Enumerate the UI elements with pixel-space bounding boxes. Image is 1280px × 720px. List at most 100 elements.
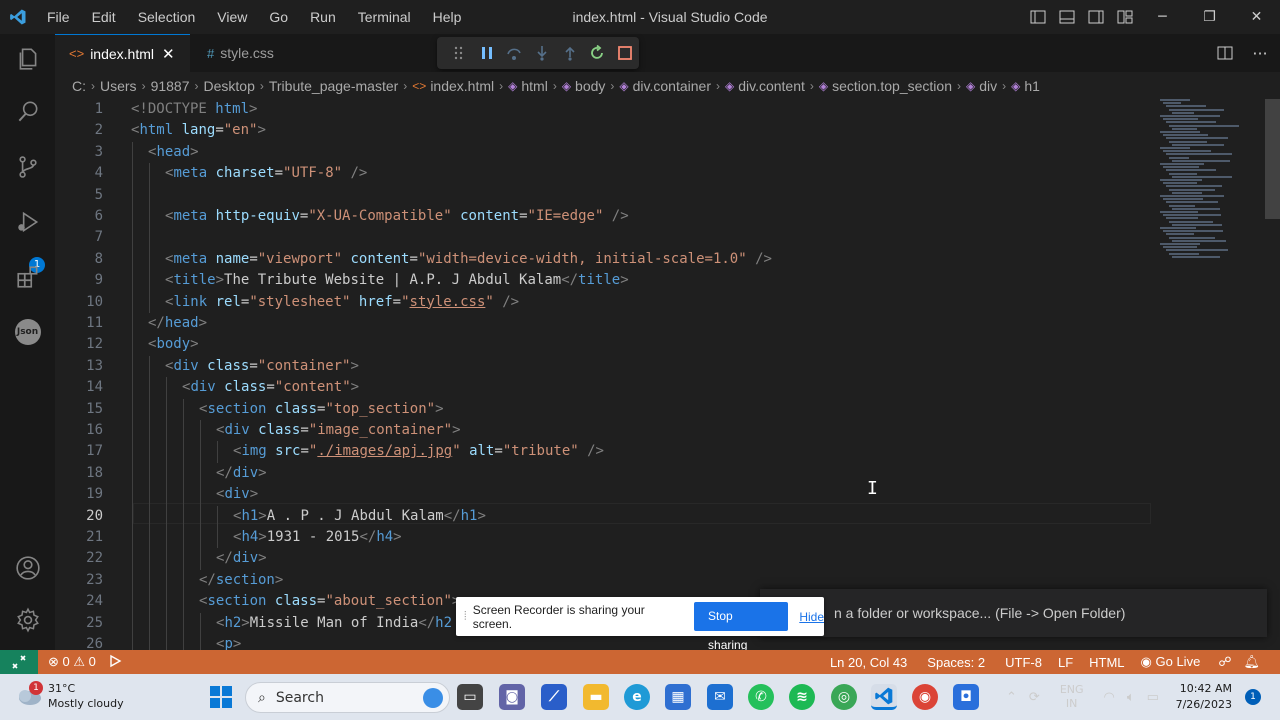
edge-icon[interactable]: e: [624, 684, 650, 710]
code-line[interactable]: 8 <meta name="viewport" content="width=de…: [55, 249, 1155, 270]
breadcrumb-item[interactable]: div: [979, 78, 997, 94]
go-live-button[interactable]: ◉ Go Live: [1135, 654, 1207, 670]
step-out-icon[interactable]: [556, 39, 584, 67]
stop-sharing-button[interactable]: Stop sharing: [694, 602, 789, 652]
toggle-panel-icon[interactable]: [1052, 0, 1081, 34]
chrome-icon[interactable]: ◉: [912, 684, 938, 710]
end-of-line[interactable]: LF: [1052, 655, 1079, 670]
code-editor[interactable]: 1 <!DOCTYPE html> 2 <html lang="en"> 3 <head>…: [55, 99, 1280, 650]
code-line[interactable]: 12 <body>: [55, 334, 1155, 355]
code-line[interactable]: 9 <title>The Tribute Website | A.P. J Abd…: [55, 270, 1155, 291]
folder-icon[interactable]: ▬: [583, 684, 609, 710]
search-icon[interactable]: [0, 89, 55, 135]
encoding[interactable]: UTF-8: [999, 655, 1048, 670]
code-line[interactable]: 22 </div>: [55, 548, 1155, 569]
more-actions-icon[interactable]: ···: [1240, 36, 1280, 70]
code-line[interactable]: 7: [55, 227, 1155, 248]
menu-help[interactable]: Help: [422, 0, 473, 34]
volume-icon[interactable]: 🔈︎: [1127, 690, 1135, 705]
language-mode[interactable]: HTML: [1083, 655, 1130, 670]
code-line[interactable]: 18 </div>: [55, 463, 1155, 484]
toggle-secondary-sidebar-icon[interactable]: [1081, 0, 1110, 34]
json-icon[interactable]: Json: [0, 309, 55, 355]
teams-icon[interactable]: ◙: [499, 684, 525, 710]
toggle-primary-sidebar-icon[interactable]: [1023, 0, 1052, 34]
minimize-button[interactable]: ─: [1139, 0, 1186, 34]
code-line[interactable]: 5: [55, 185, 1155, 206]
restore-button[interactable]: ❐: [1186, 0, 1233, 34]
notifications-bell-icon[interactable]: 🔔︎: [1237, 654, 1266, 670]
step-over-icon[interactable]: [500, 39, 528, 67]
code-line[interactable]: 10 <link rel="stylesheet" href="style.css…: [55, 292, 1155, 313]
code-line[interactable]: 16 <div class="image_container">: [55, 420, 1155, 441]
code-line[interactable]: 20 <h1>A . P . J Abdul Kalam</h1>: [55, 506, 1155, 527]
taskbar-search[interactable]: ⌕ Search: [245, 682, 450, 713]
customize-layout-icon[interactable]: [1110, 0, 1139, 34]
menu-selection[interactable]: Selection: [127, 0, 207, 34]
remote-indicator-icon[interactable]: [0, 650, 38, 674]
breadcrumb-item[interactable]: index.html: [430, 78, 494, 94]
windows-start-icon[interactable]: [209, 685, 233, 709]
accounts-status-icon[interactable]: ☍: [1212, 654, 1237, 670]
spotify-icon[interactable]: ≋: [789, 684, 815, 710]
battery-icon[interactable]: ▭: [1147, 690, 1159, 705]
breadcrumb-item[interactable]: Tribute_page-master: [269, 78, 398, 94]
code-line[interactable]: 14 <div class="content">: [55, 377, 1155, 398]
drag-grip-icon[interactable]: ⦙: [464, 609, 467, 624]
problems-indicator[interactable]: ⊗ 0 ⚠ 0: [42, 654, 102, 670]
debug-config-icon[interactable]: [102, 654, 128, 671]
code-line[interactable]: 2 <html lang="en">: [55, 120, 1155, 141]
notification-count-badge[interactable]: 1: [1245, 689, 1261, 705]
close-window-button[interactable]: ✕: [1233, 0, 1280, 34]
close-tab-icon[interactable]: ✕: [162, 45, 175, 63]
breadcrumb-item[interactable]: div.container: [633, 78, 711, 94]
vertical-scrollbar[interactable]: [1265, 99, 1280, 219]
split-editor-icon[interactable]: [1210, 36, 1240, 70]
menu-go[interactable]: Go: [258, 0, 299, 34]
breadcrumb-item[interactable]: C:: [72, 78, 86, 94]
code-line[interactable]: 21 <h4>1931 - 2015</h4>: [55, 527, 1155, 548]
accounts-icon[interactable]: [0, 545, 55, 591]
code-line[interactable]: 11 </head>: [55, 313, 1155, 334]
code-line[interactable]: 19 <div>: [55, 484, 1155, 505]
code-line[interactable]: 13 <div class="container">: [55, 356, 1155, 377]
vscode-alt-icon[interactable]: ⟋: [541, 684, 567, 710]
chevron-up-icon[interactable]: ⌃: [1006, 690, 1017, 705]
code-line[interactable]: 6 <meta http-equiv="X-UA-Compatible" cont…: [55, 206, 1155, 227]
tab-index-html[interactable]: <> index.html ✕: [55, 34, 190, 72]
hide-link[interactable]: Hide: [799, 610, 824, 624]
drag-handle-icon[interactable]: [445, 39, 473, 67]
store-icon[interactable]: ▦: [665, 684, 691, 710]
breadcrumb-item[interactable]: div.content: [738, 78, 805, 94]
menu-view[interactable]: View: [206, 0, 258, 34]
stop-icon[interactable]: [611, 39, 639, 67]
code-line[interactable]: 4 <meta charset="UTF-8" />: [55, 163, 1155, 184]
step-into-icon[interactable]: [528, 39, 556, 67]
explorer-icon[interactable]: [0, 36, 55, 82]
language-indicator[interactable]: ENG IN: [1060, 683, 1084, 711]
restart-icon[interactable]: [584, 39, 612, 67]
mail-icon[interactable]: ✉: [707, 684, 733, 710]
wifi-icon[interactable]: ◠: [1104, 690, 1115, 705]
breadcrumb-item[interactable]: h1: [1024, 78, 1040, 94]
menu-edit[interactable]: Edit: [81, 0, 127, 34]
code-line[interactable]: 17 <img src="./images/apj.jpg" alt="tribu…: [55, 441, 1155, 462]
breadcrumb-item[interactable]: Users: [100, 78, 137, 94]
clock[interactable]: 10:42 AM 7/26/2023: [1176, 681, 1232, 713]
minimap[interactable]: [1160, 99, 1265, 269]
file-explorer-icon[interactable]: ▭: [457, 684, 483, 710]
tab-style-css[interactable]: # style.css: [191, 34, 325, 72]
extensions-icon[interactable]: [0, 254, 55, 300]
screen-recorder-icon[interactable]: ◘: [953, 684, 979, 710]
breadcrumb-item[interactable]: html: [521, 78, 547, 94]
pause-icon[interactable]: [473, 39, 501, 67]
settings-gear-icon[interactable]: [0, 597, 55, 643]
code-line[interactable]: 23 </section>: [55, 570, 1155, 591]
indentation[interactable]: Spaces: 2: [921, 655, 991, 670]
vscode-icon[interactable]: [871, 684, 897, 710]
code-line[interactable]: 1 <!DOCTYPE html>: [55, 99, 1155, 120]
menu-run[interactable]: Run: [299, 0, 347, 34]
breadcrumb-item[interactable]: body: [575, 78, 605, 94]
sync-icon[interactable]: ⟳: [1029, 690, 1040, 705]
breadcrumb-item[interactable]: section.top_section: [832, 78, 952, 94]
